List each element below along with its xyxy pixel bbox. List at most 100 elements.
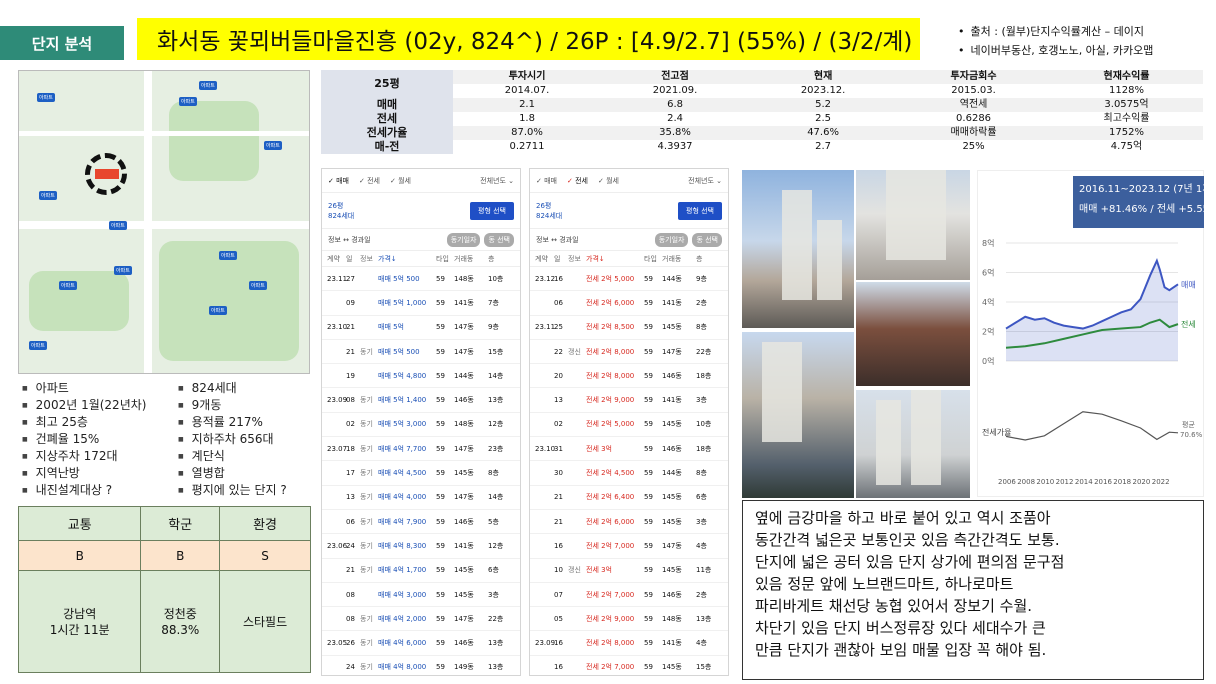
year-select[interactable]: 전체년도 ⌄ [480,176,514,186]
transaction-row[interactable]: 08 동기 매매 4억 2,000 59 147동 22층 [322,607,520,632]
transaction-row[interactable]: 23.06 24 동기 매매 4억 8,300 59 141동 12층 [322,534,520,559]
col-date: 2021.09. [652,85,698,96]
transaction-row[interactable]: 16 전세 2억 7,000 59 147동 4층 [530,534,728,559]
size-select-button[interactable]: 평형 선택 [470,201,514,220]
stat-cell: 매매하락률 [897,126,1051,140]
col-date: 2023.12. [800,85,846,96]
amenity-table: 교통 학군 환경 B B S 강남역 1시간 11분 정천중 88.3% 스타필… [17,506,311,673]
x-tick-label: 2020 [1133,478,1151,486]
stat-cell: 4.75억 [1110,141,1143,152]
tab-jeonse[interactable]: ✓ 전세 [567,176,588,186]
transaction-row[interactable]: 07 전세 2억 7,000 59 146동 2층 [530,583,728,608]
amenity-grade: B [17,540,142,571]
tab-sale[interactable]: ✓ 매매 [328,176,349,186]
transaction-row[interactable]: 23.12 16 전세 2억 5,000 59 144동 9층 [530,267,728,292]
info-item: 계단식 [178,448,312,465]
info-item: 지상주차 172대 [22,448,178,465]
transaction-row[interactable]: 16 전세 2억 7,000 59 145동 15층 [530,656,728,675]
sale-transactions-panel[interactable]: ✓ 매매 ✓ 전세 ✓ 월세 전체년도 ⌄ 26평 824세대 평형 선택 정보 … [321,168,521,676]
transaction-row[interactable]: 21 동기 매매 5억 500 59 147동 15층 [322,340,520,365]
stat-cell: 25% [962,141,985,152]
info-item: 2002년 1월(22년차) [22,397,178,414]
complex-name: 26평 824세대 [328,201,355,220]
row-label: 전세 [321,112,453,126]
tab-monthly[interactable]: ✓ 월세 [390,176,411,186]
site-photos [742,170,970,498]
transaction-row[interactable]: 10 갱신 전세 3억 59 145동 11층 [530,559,728,583]
stat-cell: 35.8% [601,126,750,140]
transaction-row[interactable]: 24 동기 매매 4억 8,000 59 149동 13층 [322,656,520,675]
amenity-header: 환경 [219,506,311,541]
info-item: 건폐율 15% [22,431,178,448]
info-item: 열병합 [178,465,312,482]
sale-row-list: 23.11 27 매매 5억 500 59 148동 10층 09 매매 5억 1,000 59… [322,267,520,675]
col-header: 투자금회수 [897,70,1051,84]
transaction-row[interactable]: 22 갱신 전세 2억 8,000 59 147동 22층 [530,340,728,365]
transaction-row[interactable]: 08 매매 4억 3,000 59 145동 3층 [322,583,520,608]
jeonse-transactions-panel[interactable]: ✓ 매매 ✓ 전세 ✓ 월세 전체년도 ⌄ 26평 824세대 평형 선택 정보 … [529,168,729,676]
building-select-badge[interactable]: 동 선택 [484,232,514,247]
photo-building-entrance [856,170,970,280]
sync-date-badge[interactable]: 동기일자 [654,232,689,247]
transaction-row[interactable]: 23.07 18 동기 매매 4억 7,700 59 147동 23층 [322,437,520,462]
source-item: 네이버부동산, 호갱노노, 아실, 카카오맵 [958,41,1154,60]
stat-cell: 47.6% [749,126,898,140]
info-item: 최고 25층 [22,414,178,431]
note-line: 단지에 넓은 공터 있음 단지 상가에 편의점 문구점 [755,553,1065,571]
note-line: 있음 정문 앞에 노브랜드마트, 하나로마트 [755,575,1014,593]
location-map[interactable]: 아파트 아파트 아파트 아파트 아파트 아파트 아파트 아파트 아파트 아파트 … [18,70,310,374]
transaction-row[interactable]: 23.09 16 전세 2억 8,000 59 141동 4층 [530,631,728,656]
transaction-row[interactable]: 17 동기 매매 4억 4,500 59 145동 8층 [322,461,520,486]
col-header: 현재수익률 [1050,70,1203,84]
transaction-row[interactable]: 19 매매 5억 4,800 59 144동 14층 [322,364,520,389]
transaction-row[interactable]: 21 전세 2억 6,000 59 145동 3층 [530,510,728,535]
sync-date-badge[interactable]: 동기일자 [446,232,481,247]
transaction-row[interactable]: 21 전세 2억 6,400 59 145동 6층 [530,486,728,510]
row-label: 전세가율 [321,126,453,140]
transaction-row[interactable]: 02 동기 매매 5억 3,000 59 148동 12층 [322,413,520,438]
year-select[interactable]: 전체년도 ⌄ [688,176,722,186]
transaction-row[interactable]: 23.10 21 매매 5억 59 147동 9층 [322,316,520,340]
transaction-row[interactable]: 20 전세 2억 8,000 59 146동 18층 [530,364,728,389]
info-toggle[interactable]: 정보 ↔ 경과일 [536,235,579,245]
series-label: 전세 [1181,319,1196,329]
transaction-row[interactable]: 13 전세 2억 9,000 59 141동 3층 [530,388,728,413]
stat-cell: 1.8 [519,113,535,124]
transaction-row[interactable]: 23.10 31 전세 3억 59 146동 18층 [530,437,728,462]
jeonse-row-list: 23.12 16 전세 2억 5,000 59 144동 9층 06 전세 2억 6,000 5… [530,267,728,675]
transaction-row[interactable]: 09 매매 5억 1,000 59 141동 7층 [322,291,520,316]
analysis-note: 옆에 금강마을 하고 바로 붙어 있고 역시 조품아 동간간격 넓은곳 보통인곳… [742,500,1204,680]
size-select-button[interactable]: 평형 선택 [678,201,722,220]
transaction-row[interactable]: 23.11 27 매매 5억 500 59 148동 10층 [322,267,520,292]
amenity-value: 강남역 1시간 11분 [17,570,142,673]
info-toggle[interactable]: 정보 ↔ 경과일 [328,235,371,245]
info-item: 9개동 [178,397,312,414]
tab-monthly[interactable]: ✓ 월세 [598,176,619,186]
building-select-badge[interactable]: 동 선택 [692,232,722,247]
info-item: 지하주차 656대 [178,431,312,448]
target-pin [95,169,119,179]
complex-info: 아파트 824세대 2002년 1월(22년차) 9개동 최고 25층 용적률 … [22,380,312,499]
col-header: 전고점 [601,70,750,84]
transaction-row[interactable]: 06 전세 2억 6,000 59 141동 2층 [530,291,728,316]
transaction-row[interactable]: 05 전세 2억 9,000 59 148동 13층 [530,607,728,632]
transaction-row[interactable]: 02 전세 2억 5,000 59 145동 10층 [530,413,728,438]
transaction-row[interactable]: 23.09 08 동기 매매 5억 1,400 59 146동 13층 [322,388,520,413]
table-header: 계약 일 정보 가격↓ 타입 거래동 층 [530,251,728,267]
stat-cell: 2.4 [667,113,683,124]
transaction-row[interactable]: 21 동기 매매 4억 1,700 59 145동 6층 [322,559,520,583]
transaction-row[interactable]: 06 동기 매매 4억 7,900 59 146동 5층 [322,510,520,535]
tab-sale[interactable]: ✓ 매매 [536,176,557,186]
tab-jeonse[interactable]: ✓ 전세 [359,176,380,186]
transaction-row[interactable]: 23.05 26 동기 매매 4억 6,000 59 146동 13층 [322,631,520,656]
transaction-row[interactable]: 30 전세 2억 4,500 59 144동 8층 [530,461,728,486]
series-label: 매매 [1181,280,1196,289]
transaction-row[interactable]: 13 동기 매매 4억 4,000 59 147동 14층 [322,486,520,510]
stat-cell: 5.2 [749,98,898,112]
y-tick-label: 4억 [982,297,994,307]
info-item: 지역난방 [22,465,178,482]
transaction-row[interactable]: 23.11 25 전세 2억 8,500 59 145동 8층 [530,316,728,340]
avg-value: 70.6% [1180,431,1203,439]
stat-cell: 4.3937 [657,141,693,152]
return-stats-table: 25평 투자시기 전고점 현재 투자금회수 현재수익률 2014.07. 202… [321,70,1203,154]
